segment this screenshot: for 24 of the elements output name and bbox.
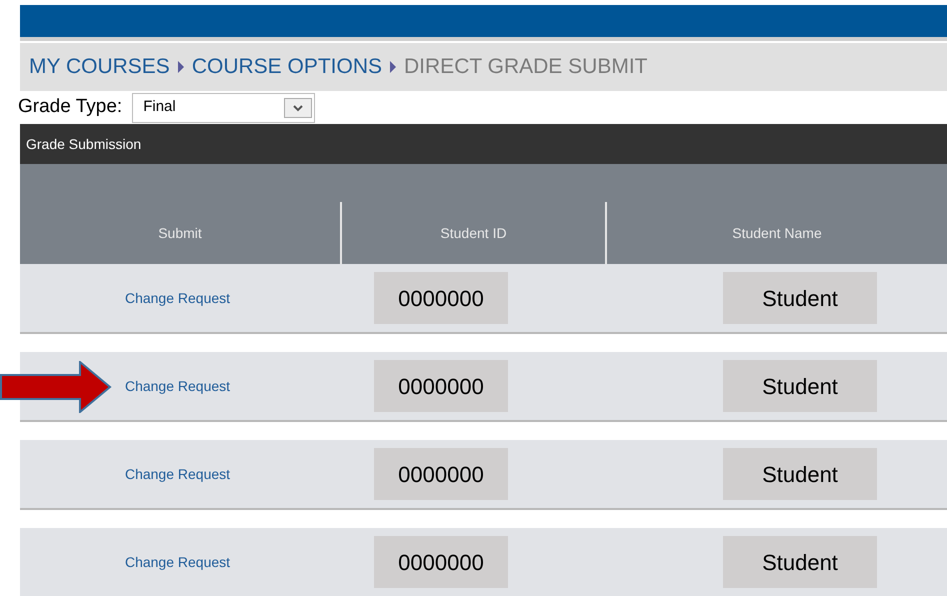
student-id: 0000000	[374, 360, 508, 412]
breadcrumb-link[interactable]: COURSE OPTIONS	[192, 51, 382, 83]
change-request-link[interactable]: Change Request	[124, 464, 230, 484]
student-id: 0000000	[374, 272, 508, 324]
student-name: Student	[723, 536, 877, 588]
panel-title: Grade Submission	[26, 134, 142, 154]
chevron-icon	[178, 61, 184, 73]
student-name: Student	[723, 272, 877, 324]
change-request-link[interactable]: Change Request	[124, 288, 230, 308]
student-id: 0000000	[374, 536, 508, 588]
column-header[interactable]: Student Name	[732, 222, 822, 244]
column-header[interactable]: Student ID	[440, 222, 507, 244]
change-request-link[interactable]: Change Request	[124, 376, 230, 396]
column-header[interactable]: Submit	[158, 222, 202, 244]
grade-type-label: Grade Type:	[18, 95, 122, 120]
breadcrumb-link[interactable]: DIRECT GRADE SUBMIT	[404, 51, 648, 83]
change-request-link[interactable]: Change Request	[124, 552, 230, 572]
student-id: 0000000	[374, 448, 508, 500]
dropdown-caret-icon	[284, 98, 312, 118]
student-name: Student	[723, 448, 877, 500]
student-name: Student	[723, 360, 877, 412]
breadcrumb-link[interactable]: MY COURSES	[29, 51, 170, 83]
grade-type-dropdown[interactable]: Final	[132, 92, 316, 122]
chevron-icon	[390, 61, 396, 73]
